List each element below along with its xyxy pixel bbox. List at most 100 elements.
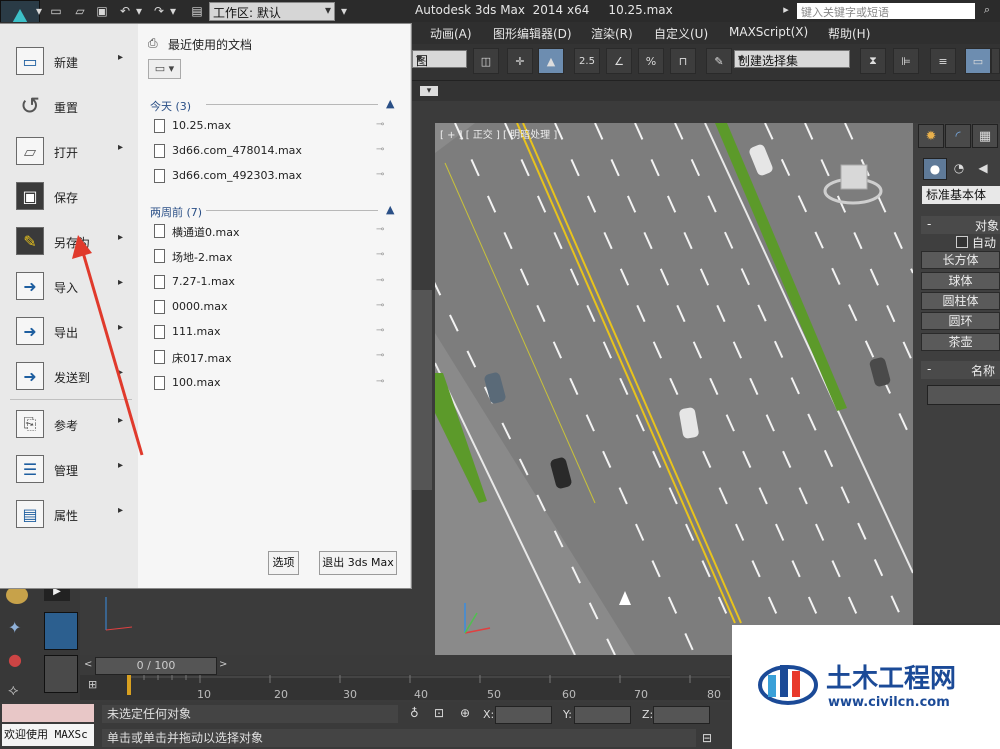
app-menu-item-save[interactable]: ▣ 保存 — [10, 178, 130, 216]
pin-icon[interactable]: ⊸ — [376, 350, 384, 361]
track-bar[interactable] — [80, 675, 730, 700]
pin-icon[interactable]: ⊸ — [376, 325, 384, 336]
recent-file-item[interactable]: 横通道0.max ⊸ — [150, 222, 400, 242]
teapot-button[interactable]: 茶壶 — [921, 333, 1000, 351]
quick-access-customize-icon[interactable]: ▾ — [336, 3, 352, 18]
y-coordinate-input[interactable] — [574, 706, 631, 724]
ribbon-toggle-icon[interactable]: ▭ — [965, 48, 991, 74]
hierarchy-tab-icon[interactable]: ▦ — [972, 124, 998, 148]
grid-icon[interactable]: ✦ — [8, 618, 21, 637]
menu-animation[interactable]: 动画(A) — [430, 25, 472, 42]
isolate-lightbulb-icon[interactable]: ♁ — [410, 706, 419, 720]
pin-icon[interactable]: ⊸ — [376, 300, 384, 311]
save-icon[interactable]: ▣ — [94, 3, 110, 18]
pin-icon[interactable]: ⊸ — [376, 119, 384, 130]
maxscript-listener-input[interactable] — [2, 704, 94, 722]
open-folder-icon[interactable]: ▱ — [72, 3, 88, 18]
recent-file-item[interactable]: 3d66.com_492303.max ⊸ — [150, 167, 400, 187]
sphere-button[interactable]: 球体 — [921, 272, 1000, 290]
pin-icon[interactable]: ⊸ — [376, 275, 384, 286]
geometry-icon[interactable]: ● — [923, 158, 947, 180]
layer-manager-icon[interactable]: ≡ — [930, 48, 956, 74]
box-button[interactable]: 长方体 — [921, 251, 1000, 269]
move-gizmo-icon[interactable]: ✛ — [507, 48, 533, 74]
lock-icon[interactable]: ⊡ — [434, 706, 444, 720]
reference-coordinate-dropdown[interactable]: 图 ▾ — [412, 50, 467, 68]
object-category-dropdown[interactable]: 标准基本体 — [922, 186, 1000, 204]
bone-icon[interactable]: ⟡ — [8, 680, 19, 700]
search-expand-icon[interactable]: ▸ — [778, 3, 794, 19]
maxscript-mini-listener[interactable]: 欢迎使用 MAXSc — [2, 724, 94, 746]
recent-file-item[interactable]: 场地-2.max ⊸ — [150, 247, 400, 267]
ribbon-minimize-icon[interactable]: ▾ — [420, 86, 438, 96]
recent-file-item[interactable]: 111.max ⊸ — [150, 323, 400, 343]
viewport-layout-icon[interactable] — [44, 612, 78, 650]
angle-snap-icon[interactable]: ∠ — [606, 48, 632, 74]
edit-named-selection-icon[interactable]: ✎ — [706, 48, 732, 74]
binoculars-icon[interactable]: ⌕ — [978, 3, 996, 19]
recent-file-item[interactable]: 7.27-1.max ⊸ — [150, 273, 400, 293]
select-manipulate-icon[interactable]: ▲ — [538, 48, 564, 74]
menu-customize[interactable]: 自定义(U) — [654, 25, 708, 42]
material-icon[interactable]: ● — [8, 650, 22, 669]
object-type-rollout[interactable]: - 对象 — [921, 216, 1000, 234]
spinner-snap-icon[interactable]: ⊓ — [670, 48, 696, 74]
menu-help[interactable]: 帮助(H) — [828, 25, 870, 42]
app-menu-item-properties[interactable]: ▤ 属性 ▸ — [10, 496, 130, 534]
recent-file-item[interactable]: 3d66.com_478014.max ⊸ — [150, 142, 400, 162]
pivot-center-icon[interactable]: ◫ — [473, 48, 499, 74]
recent-view-dropdown[interactable]: ▭ ▾ — [148, 59, 181, 79]
app-menu-item-reset[interactable]: ↺ 重置 — [10, 88, 130, 126]
x-coordinate-input[interactable] — [495, 706, 552, 724]
pin-icon[interactable]: ⊸ — [376, 249, 384, 260]
app-menu-item-open[interactable]: ▱ 打开 ▸ — [10, 133, 130, 171]
menu-maxscript[interactable]: MAXScript(X) — [729, 25, 808, 39]
z-coordinate-input[interactable] — [653, 706, 710, 724]
next-frame-icon[interactable]: > — [219, 659, 227, 670]
autogrid-checkbox[interactable] — [956, 236, 968, 248]
shapes-icon[interactable]: ◔ — [948, 158, 970, 178]
absolute-mode-icon[interactable]: ⊕ — [460, 706, 470, 720]
pin-icon[interactable]: ⊸ — [376, 169, 384, 180]
create-tab-icon[interactable]: ✹ — [918, 124, 944, 148]
pin-icon[interactable]: ⊸ — [376, 376, 384, 387]
viewport-layout-icon[interactable] — [44, 655, 78, 693]
name-color-rollout[interactable]: - 名称 — [921, 361, 1000, 379]
toolbar-overflow-icon[interactable] — [991, 48, 1000, 74]
percent-snap-icon[interactable]: % — [638, 48, 664, 74]
undo-dropdown-icon[interactable]: ▾ — [131, 3, 147, 18]
recent-file-item[interactable]: 床017.max ⊸ — [150, 348, 400, 368]
lights-icon[interactable]: ◀ — [972, 158, 994, 178]
recent-file-item[interactable]: 100.max ⊸ — [150, 374, 400, 394]
cylinder-button[interactable]: 圆柱体 — [921, 292, 1000, 310]
key-filter-icon[interactable]: ⊞ — [88, 678, 110, 694]
viewport-label[interactable]: [ + ] [ 正交 ] [ 明暗处理 ] — [440, 126, 557, 141]
chevron-down-icon[interactable]: ▾ — [31, 3, 47, 18]
workspace-dropdown[interactable]: 工作区: 默认 ▾ — [209, 2, 335, 21]
app-menu-item-new[interactable]: ▭ 新建 ▸ — [10, 43, 130, 81]
collapse-up-icon[interactable]: ▲ — [386, 97, 394, 110]
named-selection-dropdown[interactable]: 创建选择集 ▾ — [734, 50, 850, 68]
torus-button[interactable]: 圆环 — [921, 312, 1000, 330]
new-file-icon[interactable]: ▭ — [48, 3, 64, 18]
menu-rendering[interactable]: 渲染(R) — [591, 25, 633, 42]
redo-dropdown-icon[interactable]: ▾ — [165, 3, 181, 18]
menu-graph-editors[interactable]: 图形编辑器(D) — [493, 25, 572, 42]
project-folder-icon[interactable]: ▤ — [189, 3, 205, 18]
time-slider[interactable]: 0 / 100 — [95, 657, 217, 675]
pin-icon[interactable]: ⊸ — [376, 224, 384, 235]
snap-toggle-icon[interactable]: 2.5 — [574, 48, 600, 74]
time-tag-icon[interactable]: ⊟ — [702, 731, 712, 745]
recent-file-item[interactable]: 10.25.max ⊸ — [150, 117, 400, 137]
modify-tab-icon[interactable]: ◜ — [945, 124, 971, 148]
recent-file-item[interactable]: 0000.max ⊸ — [150, 298, 400, 318]
object-name-input[interactable] — [927, 385, 1000, 405]
mirror-icon[interactable]: ⧗ — [860, 48, 886, 74]
collapse-up-icon[interactable]: ▲ — [386, 203, 394, 216]
pin-icon[interactable]: ⊸ — [376, 144, 384, 155]
search-input[interactable]: 键入关键字或短语 — [797, 3, 975, 19]
prev-frame-icon[interactable]: < — [84, 659, 92, 670]
exit-3ds-max-button[interactable]: 退出 3ds Max — [319, 551, 397, 575]
options-button[interactable]: 选项 — [268, 551, 299, 575]
viewport-top[interactable] — [435, 123, 913, 655]
